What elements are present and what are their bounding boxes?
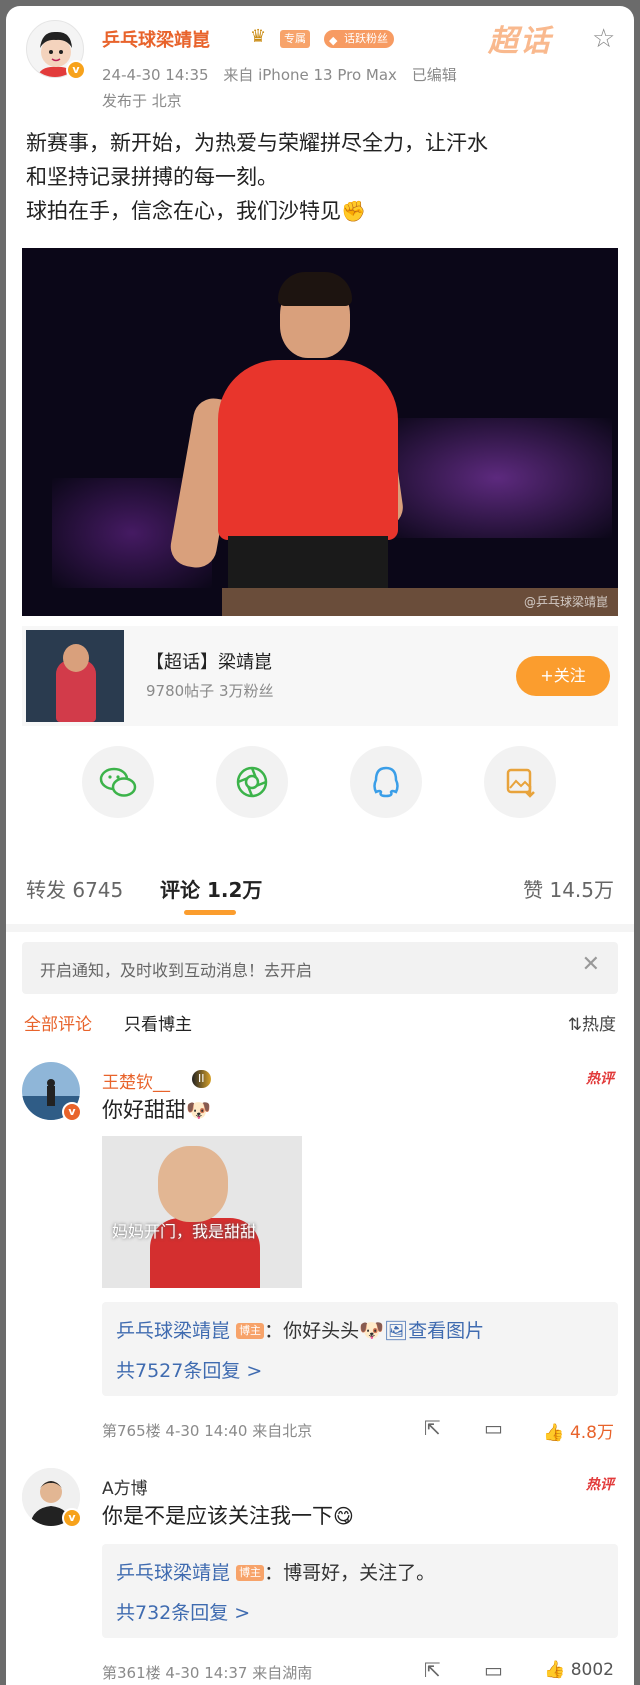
thumbs-up-icon: 👍 bbox=[543, 1423, 565, 1443]
diamond-icon: ◆ bbox=[329, 34, 338, 47]
reply-box[interactable]: 乒乓球梁靖崑 博主 ：你好头头🐶🖼查看图片 共7527条回复 > bbox=[102, 1302, 618, 1396]
post-date: 24-4-30 14:35 bbox=[102, 66, 209, 84]
owner-tag: 博主 bbox=[236, 1323, 265, 1339]
reply-line: 乒乓球梁靖崑 博主 ：你好头头🐶🖼查看图片 bbox=[116, 1318, 485, 1342]
owner-tag: 博主 bbox=[236, 1565, 265, 1581]
share-row bbox=[6, 746, 634, 826]
post-stats: 转发 6745 评论 1.2万 赞 14.5万 bbox=[6, 864, 634, 915]
fan-level-badge: II bbox=[192, 1070, 211, 1088]
comment-time: 4-30 14:40 bbox=[165, 1422, 248, 1440]
comment-text: 你好甜甜🐶 bbox=[102, 1098, 211, 1122]
favorite-star-icon[interactable]: ☆ bbox=[592, 24, 615, 54]
post-source: 来自 iPhone 13 Pro Max bbox=[223, 66, 397, 84]
fan-level-tag: ◆ 话跃粉丝 bbox=[324, 30, 394, 48]
notification-banner[interactable]: 开启通知，及时收到互动消息！去开启 ✕ bbox=[22, 942, 618, 994]
chaohua-logo: 超话 bbox=[488, 24, 552, 59]
image-caption: 妈妈开门，我是甜甜 bbox=[112, 1222, 257, 1241]
crown-icon: ♛ bbox=[250, 26, 267, 47]
floor-number: 第361楼 bbox=[102, 1664, 161, 1682]
moments-icon[interactable] bbox=[216, 746, 288, 818]
share-icon[interactable]: ⇱ bbox=[424, 1658, 441, 1682]
comment-tab[interactable]: 评论 1.2万 bbox=[160, 874, 262, 903]
doge-emoji-icon: 🐶 bbox=[186, 1098, 211, 1122]
post-edited: 已编辑 bbox=[411, 66, 457, 84]
hot-comment-tag: 热评 bbox=[586, 1071, 614, 1087]
floor-number: 第765楼 bbox=[102, 1422, 161, 1440]
verified-badge-icon: v bbox=[62, 1102, 82, 1122]
like-count[interactable]: 👍 4.8万 bbox=[543, 1418, 614, 1443]
like-tab[interactable]: 赞 14.5万 bbox=[523, 874, 614, 903]
topic-card[interactable]: 【超话】梁靖崑 9780帖子 3万粉丝 +关注 bbox=[22, 626, 618, 726]
weibo-post-page: v 乒乓球梁靖崑 ♛ 专属 ◆ 话跃粉丝 超话 ☆ 24-4-30 14:35 来… bbox=[6, 6, 634, 1685]
qq-icon[interactable] bbox=[350, 746, 422, 818]
active-tab-indicator bbox=[184, 910, 236, 915]
post-photo[interactable]: @乒乓球梁靖崑 bbox=[22, 248, 618, 616]
reply-count[interactable]: 共7527条回复 > bbox=[116, 1356, 262, 1383]
comment-icon[interactable]: ▭ bbox=[484, 1658, 503, 1682]
commenter-name[interactable]: A方博 bbox=[102, 1474, 148, 1499]
comment-location: 来自湖南 bbox=[252, 1664, 313, 1682]
filter-all-comments[interactable]: 全部评论 bbox=[24, 1010, 92, 1035]
image-icon: 🖼 bbox=[383, 1320, 409, 1342]
repost-tab[interactable]: 转发 6745 bbox=[26, 874, 123, 903]
tongue-emoji-icon: 😋 bbox=[333, 1504, 354, 1528]
reply-author[interactable]: 乒乓球梁靖崑 bbox=[116, 1562, 230, 1584]
view-image-link[interactable]: 🖼查看图片 bbox=[384, 1320, 484, 1342]
post-location: 发布于 北京 bbox=[102, 92, 182, 110]
post-text: 新赛事，新开始，为热爱与荣耀拼尽全力，让汗水 和坚持记录拼搏的每一刻。 球拍在手… bbox=[26, 126, 626, 228]
post-meta: 24-4-30 14:35 来自 iPhone 13 Pro Max 已编辑 bbox=[102, 64, 467, 85]
topic-thumbnail bbox=[26, 630, 124, 722]
photo-watermark: @乒乓球梁靖崑 bbox=[523, 595, 608, 609]
comment-footer: 第765楼 4-30 14:40 来自北京 bbox=[102, 1420, 312, 1441]
topic-title: 【超话】梁靖崑 bbox=[146, 652, 272, 673]
close-icon[interactable]: ✕ bbox=[582, 952, 600, 977]
post-text-line: 新赛事，新开始，为热爱与荣耀拼尽全力，让汗水 bbox=[26, 131, 488, 155]
reply-author[interactable]: 乒乓球梁靖崑 bbox=[116, 1320, 230, 1342]
share-icon[interactable]: ⇱ bbox=[424, 1416, 441, 1440]
comment-image[interactable]: 妈妈开门，我是甜甜 bbox=[102, 1136, 302, 1288]
comment-time: 4-30 14:37 bbox=[165, 1664, 248, 1682]
notification-text[interactable]: 开启通知，及时收到互动消息！去开启 bbox=[40, 957, 312, 981]
commenter-name[interactable]: 王楚钦__ bbox=[102, 1068, 170, 1093]
sort-icon: ⇅ bbox=[567, 1015, 582, 1035]
reply-box[interactable]: 乒乓球梁靖崑 博主 ：博哥好，关注了。 共732条回复 > bbox=[102, 1544, 618, 1638]
comment-item: v 王楚钦__ II 热评 你好甜甜🐶 妈妈开门，我是甜甜 乒乓球梁靖崑 博主：… bbox=[6, 1054, 634, 1440]
thumbs-up-icon: 👍 bbox=[544, 1660, 566, 1680]
filter-owner-only[interactable]: 只看博主 bbox=[124, 1010, 192, 1035]
reply-count[interactable]: 共732条回复 > bbox=[116, 1598, 250, 1625]
verified-badge-icon: v bbox=[66, 60, 86, 80]
reply-line: 乒乓球梁靖崑 博主 ：博哥好，关注了。 bbox=[116, 1562, 436, 1584]
post-author-name[interactable]: 乒乓球梁靖崑 bbox=[102, 26, 210, 52]
hot-comment-tag: 热评 bbox=[586, 1477, 614, 1493]
wechat-icon[interactable] bbox=[82, 746, 154, 818]
doge-emoji-icon: 🐶 bbox=[359, 1318, 384, 1342]
follow-button[interactable]: +关注 bbox=[516, 656, 610, 696]
comment-filters: 全部评论 只看博主 ⇅热度 bbox=[6, 1006, 634, 1042]
post-header: v 乒乓球梁靖崑 ♛ 专属 ◆ 话跃粉丝 超话 ☆ 24-4-30 14:35 来… bbox=[6, 6, 634, 116]
topic-stats: 9780帖子 3万粉丝 bbox=[146, 682, 274, 700]
section-divider bbox=[6, 924, 634, 932]
comment-footer: 第361楼 4-30 14:37 来自湖南 bbox=[102, 1662, 312, 1683]
like-count[interactable]: 👍 8002 bbox=[544, 1660, 614, 1680]
sort-by-hot[interactable]: ⇅热度 bbox=[568, 1010, 616, 1035]
comment-text: 你是不是应该关注我一下😋 bbox=[102, 1504, 354, 1528]
comment-item: v A方博 热评 你是不是应该关注我一下😋 乒乓球梁靖崑 博主 ：博哥好，关注了。… bbox=[6, 1466, 634, 1685]
special-tag: 专属 bbox=[280, 30, 310, 48]
comment-location: 来自北京 bbox=[252, 1422, 313, 1440]
save-image-icon[interactable] bbox=[484, 746, 556, 818]
verified-badge-icon: v bbox=[62, 1508, 82, 1528]
post-text-line: 球拍在手，信念在心，我们沙特见✊ bbox=[26, 194, 626, 228]
fist-emoji-icon: ✊ bbox=[341, 199, 366, 223]
post-text-line: 和坚持记录拼搏的每一刻。 bbox=[26, 165, 278, 189]
comment-icon[interactable]: ▭ bbox=[484, 1416, 503, 1440]
